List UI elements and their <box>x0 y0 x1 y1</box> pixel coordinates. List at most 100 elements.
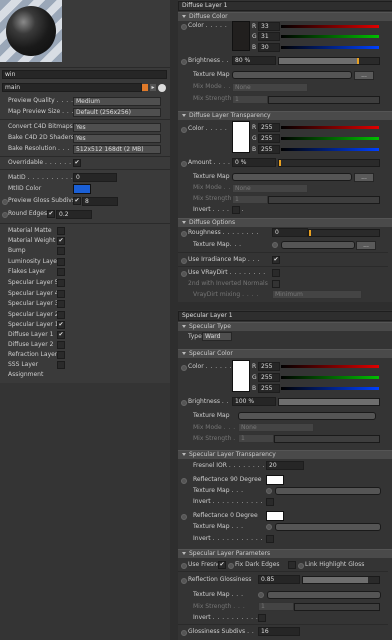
picker-icon[interactable] <box>158 84 166 92</box>
specular-type-dropdown[interactable]: Ward <box>202 332 232 341</box>
specular-parameters-header[interactable]: Specular Layer Parameters <box>178 549 392 558</box>
arrow-icon[interactable]: ▸ <box>150 84 156 91</box>
layer-checkbox[interactable] <box>57 268 65 276</box>
specular-brightness-field[interactable]: 100 % <box>232 397 276 406</box>
specular-color-swatch[interactable] <box>232 360 250 392</box>
keyframe-dot[interactable] <box>298 563 304 569</box>
roughness-slider[interactable] <box>308 229 380 237</box>
glossiness-subdivs-field[interactable]: 16 <box>258 627 300 636</box>
roughness-texture-button[interactable]: ... <box>356 241 376 250</box>
transparency-mix-strength-slider[interactable] <box>268 196 380 204</box>
specular-mix-strength-slider[interactable] <box>274 435 380 443</box>
round-edges-checkbox[interactable]: ✔ <box>47 210 55 218</box>
reflection-glossiness-field[interactable]: 0.85 <box>258 575 300 584</box>
texture-dot[interactable] <box>258 592 264 598</box>
preview-gloss-field[interactable]: 8 <box>82 197 118 206</box>
matid-field[interactable]: 0 <box>73 173 117 182</box>
layer-checkbox[interactable]: ✔ <box>57 237 65 245</box>
second-inverted-checkbox[interactable] <box>272 280 280 288</box>
transparency-texture-map-button[interactable]: ... <box>354 173 374 182</box>
refl90-swatch[interactable] <box>266 475 284 485</box>
layer-checkbox[interactable]: ✔ <box>57 321 65 329</box>
specular-color-header[interactable]: Specular Color <box>178 349 392 358</box>
amount-field[interactable]: 0 % <box>232 158 276 167</box>
diffuse-options-header[interactable]: Diffuse Options <box>178 218 392 227</box>
diffuse-texture-map-button[interactable]: ... <box>354 71 374 80</box>
specular-b-slider[interactable] <box>281 387 379 390</box>
transparency-r-slider[interactable] <box>281 126 379 129</box>
specular-mix-mode-dropdown[interactable]: None <box>238 423 314 432</box>
use-fresnel-checkbox[interactable]: ✔ <box>218 561 226 569</box>
glossiness-mix-strength-field[interactable]: 1 <box>258 602 294 611</box>
fix-dark-edges-checkbox[interactable] <box>288 561 296 569</box>
specular-texture-map-slot[interactable] <box>238 412 376 420</box>
bake-shaders-dropdown[interactable]: Yes <box>73 134 161 143</box>
map-preview-size-dropdown[interactable]: Default (256x256) <box>73 108 161 117</box>
preview-quality-dropdown[interactable]: Medium <box>73 97 161 106</box>
preview-gloss-checkbox[interactable]: ✔ <box>73 197 81 205</box>
keyframe-dot[interactable] <box>181 365 187 371</box>
invert-checkbox[interactable] <box>266 535 274 543</box>
glossiness-texture-slot[interactable] <box>267 591 381 599</box>
layer-checkbox[interactable] <box>57 311 65 319</box>
keyframe-dot[interactable] <box>228 563 234 569</box>
use-vraydirt-checkbox[interactable] <box>272 269 280 277</box>
texture-dot[interactable] <box>272 242 278 248</box>
invert-checkbox[interactable] <box>232 206 240 214</box>
diffuse-mix-mode-dropdown[interactable]: None <box>232 83 308 92</box>
transparency-g-field[interactable]: 255 <box>258 134 280 143</box>
specular-mix-strength-field[interactable]: 1 <box>238 434 274 443</box>
diffuse-g-slider[interactable] <box>281 35 379 38</box>
layer-name-field[interactable]: main <box>2 83 142 92</box>
transparency-b-field[interactable]: 255 <box>258 145 280 154</box>
refl90-texture-slot[interactable] <box>275 487 381 495</box>
use-irradiance-checkbox[interactable]: ✔ <box>272 256 280 264</box>
transparency-r-field[interactable]: 255 <box>258 123 280 132</box>
mtlid-color-swatch[interactable] <box>73 184 91 194</box>
transparency-mix-mode-dropdown[interactable]: None <box>232 184 308 193</box>
diffuse-mix-strength-field[interactable]: 1 <box>232 95 268 104</box>
layer-checkbox[interactable] <box>57 300 65 308</box>
diffuse-r-slider[interactable] <box>281 25 379 28</box>
diffuse-mix-strength-slider[interactable] <box>268 96 380 104</box>
keyframe-dot[interactable] <box>181 258 187 264</box>
color-tag-icon[interactable] <box>142 84 148 91</box>
keyframe-dot[interactable] <box>181 630 187 636</box>
reflection-glossiness-slider[interactable] <box>302 576 380 584</box>
specular-b-field[interactable]: 255 <box>258 384 280 393</box>
layer-checkbox[interactable] <box>57 258 65 266</box>
diffuse-b-slider[interactable] <box>281 46 379 49</box>
layer-checkbox[interactable] <box>57 361 65 369</box>
diffuse-texture-map-slot[interactable] <box>232 71 352 79</box>
diffuse-brightness-slider[interactable] <box>278 57 380 65</box>
invert-checkbox[interactable] <box>266 498 274 506</box>
layer-checkbox[interactable] <box>57 227 65 235</box>
specular-g-slider[interactable] <box>281 376 379 379</box>
convert-bitmaps-dropdown[interactable]: Yes <box>73 123 161 132</box>
keyframe-dot[interactable] <box>181 59 187 65</box>
texture-dot[interactable] <box>266 488 272 494</box>
diffuse-g-field[interactable]: 31 <box>258 32 280 41</box>
transparency-color-swatch[interactable] <box>232 121 250 153</box>
keyframe-dot[interactable] <box>181 400 187 406</box>
keyframe-dot[interactable] <box>181 271 187 277</box>
refl0-swatch[interactable] <box>266 511 284 521</box>
transparency-texture-map-slot[interactable] <box>232 173 352 181</box>
diffuse-brightness-field[interactable]: 80 % <box>232 56 276 65</box>
keyframe-dot[interactable] <box>181 514 187 520</box>
keyframe-dot[interactable] <box>181 578 187 584</box>
material-name-field[interactable]: win <box>2 70 167 79</box>
keyframe-dot[interactable] <box>181 563 187 569</box>
transparency-mix-strength-field[interactable]: 1 <box>232 195 268 204</box>
layer-checkbox[interactable] <box>57 247 65 255</box>
transparency-g-slider[interactable] <box>281 137 379 140</box>
round-edges-field[interactable]: 0.2 <box>56 210 92 219</box>
roughness-field[interactable]: 0 <box>272 228 308 237</box>
glossiness-mix-strength-slider[interactable] <box>294 603 380 611</box>
diffuse-layer-title[interactable]: Diffuse Layer 1 <box>178 1 392 11</box>
specular-g-field[interactable]: 255 <box>258 373 280 382</box>
amount-slider[interactable] <box>278 159 380 167</box>
layer-checkbox[interactable] <box>57 290 65 298</box>
keyframe-dot[interactable] <box>181 231 187 237</box>
specular-type-header[interactable]: Specular Type <box>178 322 392 331</box>
